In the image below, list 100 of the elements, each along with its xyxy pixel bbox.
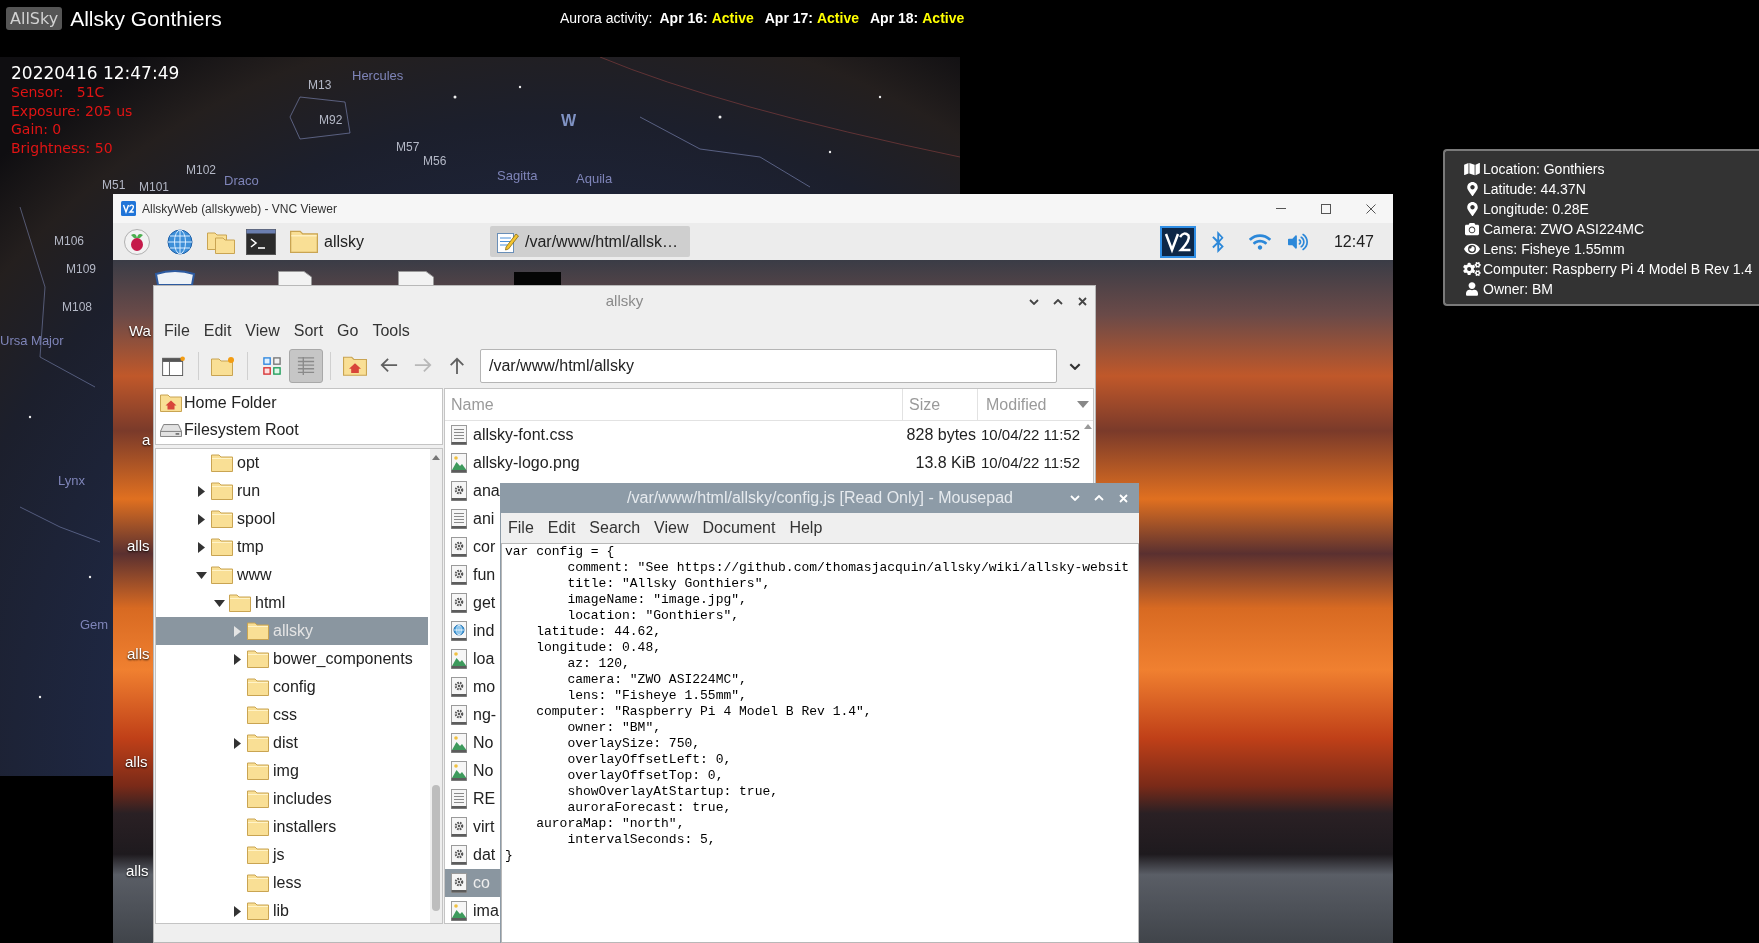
menu-item[interactable]: Edit bbox=[540, 516, 583, 540]
bluetooth-icon[interactable] bbox=[1210, 230, 1225, 253]
tree-item[interactable]: includes bbox=[156, 785, 428, 813]
tree-item[interactable]: img bbox=[156, 757, 428, 785]
gears-icon bbox=[1463, 262, 1481, 276]
file-row[interactable]: ima bbox=[445, 897, 500, 923]
tree-item[interactable]: config bbox=[156, 673, 428, 701]
caret-right-icon[interactable] bbox=[197, 485, 205, 497]
menu-item[interactable]: File bbox=[501, 516, 541, 540]
tree-item[interactable]: less bbox=[156, 869, 428, 897]
tree-item[interactable]: lib bbox=[156, 897, 428, 923]
menu-item[interactable]: View bbox=[238, 318, 287, 343]
constellation-label: Sagitta bbox=[497, 168, 538, 183]
path-field[interactable]: /var/www/html/allsky bbox=[480, 349, 1057, 383]
file-row[interactable]: ind bbox=[445, 617, 500, 645]
file-name: co bbox=[473, 873, 490, 893]
file-row[interactable]: allsky-font.css 828 bytes 10/04/22 11:52 bbox=[445, 421, 1082, 449]
folder-icon bbox=[247, 706, 269, 724]
scroll-up-icon[interactable] bbox=[432, 455, 440, 460]
scrollbar-thumb[interactable] bbox=[432, 785, 440, 911]
gear-file-icon bbox=[451, 565, 467, 585]
maximize-icon bbox=[1320, 203, 1331, 214]
menu-item[interactable]: Edit bbox=[196, 318, 239, 343]
tree-item[interactable]: spool bbox=[156, 505, 428, 533]
places-item[interactable]: Home Folder bbox=[156, 389, 442, 417]
file-row[interactable]: allsky-logo.png 13.8 KiB 10/04/22 11:52 bbox=[445, 449, 1082, 477]
raspberry-icon[interactable] bbox=[124, 228, 150, 255]
volume-icon[interactable] bbox=[1287, 232, 1308, 251]
image-file-icon bbox=[451, 649, 467, 669]
taskbar-task[interactable]: /var/www/html/allsk… bbox=[490, 226, 690, 257]
file-row[interactable]: virt bbox=[445, 813, 500, 841]
menu-item[interactable]: Help bbox=[782, 516, 830, 540]
caret-down-icon[interactable] bbox=[213, 599, 225, 607]
map-icon bbox=[1464, 162, 1480, 176]
constellation-label: Draco bbox=[224, 173, 259, 188]
sky-object-label: M13 bbox=[308, 78, 332, 92]
map-pin-icon bbox=[1466, 202, 1478, 216]
tree-item[interactable]: tmp bbox=[156, 533, 428, 561]
menu-item[interactable]: Document bbox=[695, 516, 783, 540]
tree-item[interactable]: www bbox=[156, 561, 428, 589]
sky-object-label: M106 bbox=[54, 234, 85, 248]
menu-item[interactable]: Tools bbox=[365, 318, 417, 343]
file-row[interactable]: mo bbox=[445, 673, 500, 701]
file-row[interactable]: No bbox=[445, 757, 500, 785]
tree-item[interactable]: installers bbox=[156, 813, 428, 841]
tree-item[interactable]: run bbox=[156, 477, 428, 505]
clock[interactable]: 12:47 bbox=[1333, 229, 1374, 254]
file-row[interactable]: loa bbox=[445, 645, 500, 673]
file-name: dat bbox=[473, 845, 496, 865]
desktop-icon-label[interactable]: a bbox=[142, 431, 151, 449]
globe-icon[interactable] bbox=[167, 228, 193, 255]
tree-item[interactable]: bower_components bbox=[156, 645, 428, 673]
desktop-icon-label[interactable]: alls bbox=[125, 753, 148, 771]
menu-item[interactable]: View bbox=[647, 516, 696, 540]
places-item[interactable]: Filesystem Root bbox=[156, 416, 442, 444]
folder-icon bbox=[247, 650, 269, 668]
scroll-up-icon[interactable] bbox=[1084, 424, 1092, 429]
menu-item[interactable]: Go bbox=[330, 318, 366, 343]
desktop-icon-label[interactable]: alls bbox=[127, 537, 150, 555]
file-row[interactable]: ana bbox=[445, 477, 500, 505]
drive-icon bbox=[160, 423, 182, 437]
caret-right-icon[interactable] bbox=[197, 541, 205, 553]
desktop-icon-label[interactable]: alls bbox=[126, 862, 149, 880]
gear-file-icon bbox=[451, 817, 467, 837]
menu-item[interactable]: Search bbox=[582, 516, 648, 540]
folder-icon bbox=[211, 482, 233, 500]
menu-item[interactable]: Sort bbox=[286, 318, 331, 343]
caret-right-icon[interactable] bbox=[233, 905, 241, 917]
tree-item[interactable]: html bbox=[156, 589, 428, 617]
close-icon bbox=[1118, 493, 1128, 503]
capture-reading: Gain: 0 bbox=[11, 120, 62, 139]
menu-item[interactable]: File bbox=[157, 318, 197, 343]
caret-down-icon[interactable] bbox=[195, 571, 207, 579]
file-row[interactable]: ng- bbox=[445, 701, 500, 729]
taskbar-task[interactable]: allsky bbox=[283, 226, 366, 257]
terminal-icon[interactable] bbox=[246, 228, 276, 255]
caret-right-icon[interactable] bbox=[233, 737, 241, 749]
tree-item[interactable]: dist bbox=[156, 729, 428, 757]
scrollbar-track[interactable] bbox=[430, 449, 442, 923]
sort-caret-icon[interactable] bbox=[1077, 401, 1089, 408]
caret-right-icon[interactable] bbox=[197, 513, 205, 525]
vnc-logo-icon[interactable] bbox=[1159, 225, 1196, 258]
constellation-label: Ursa Major bbox=[0, 333, 64, 348]
file-row[interactable]: dat bbox=[445, 841, 500, 869]
desktop-icon-label[interactable]: Wa bbox=[129, 322, 151, 340]
tree-item[interactable]: css bbox=[156, 701, 428, 729]
tree-item[interactable]: opt bbox=[156, 449, 428, 477]
caret-right-icon[interactable] bbox=[233, 653, 241, 665]
file-row[interactable]: ani bbox=[445, 505, 500, 533]
tree-item[interactable]: js bbox=[156, 841, 428, 869]
wifi-icon[interactable] bbox=[1248, 232, 1271, 251]
file-name: ima bbox=[473, 901, 499, 921]
image-file-icon bbox=[451, 453, 467, 473]
file-row[interactable]: fun bbox=[445, 561, 500, 589]
file-row[interactable]: No bbox=[445, 729, 500, 757]
file-row[interactable]: get bbox=[445, 589, 500, 617]
constellation-label: Lynx bbox=[58, 473, 85, 488]
file-row[interactable]: cor bbox=[445, 533, 500, 561]
file-row[interactable]: RE bbox=[445, 785, 500, 813]
home-folder-icon bbox=[160, 393, 182, 412]
